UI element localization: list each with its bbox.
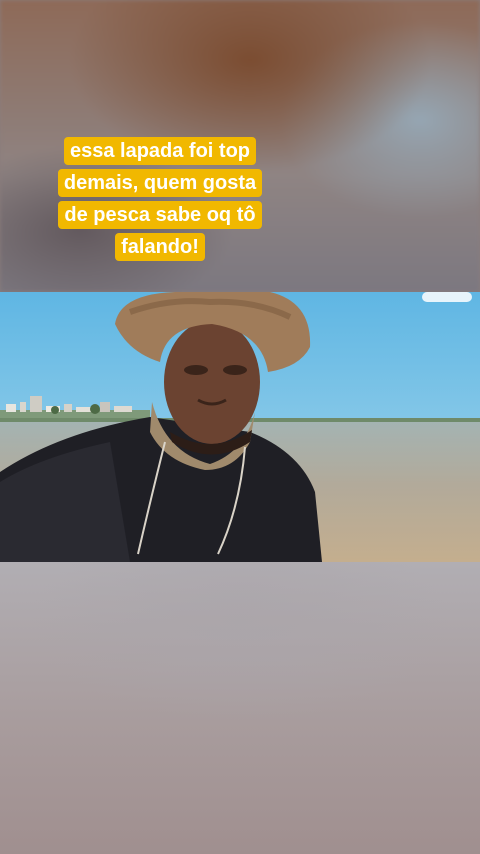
blurred-background-bottom [0,562,480,854]
caption-line-4: falando! [115,233,205,261]
caption-line-2: demais, quem gosta [57,169,263,197]
caption-line-3: de pesca sabe oq tô [58,201,262,229]
person-selfie [0,292,322,562]
video-frame[interactable] [0,292,480,562]
video-caption: essa lapada foi top demais, quem gosta d… [48,135,272,263]
caption-line-1: essa lapada foi top [63,137,257,165]
